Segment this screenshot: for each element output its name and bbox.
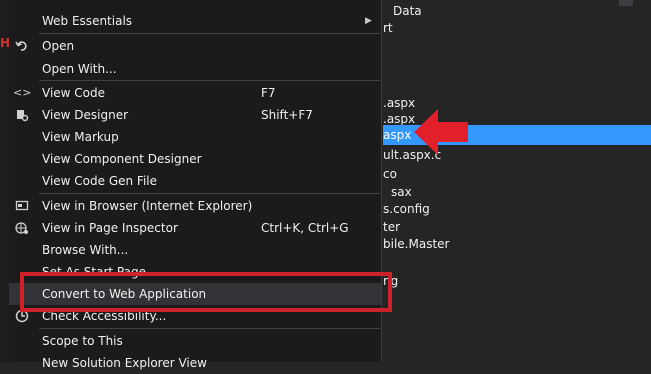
menu-item-label: View Component Designer xyxy=(42,152,202,166)
menu-item-label: View in Page Inspector xyxy=(42,221,178,235)
menu-item-label: Web Essentials xyxy=(42,14,133,28)
explorer-row[interactable]: ng xyxy=(383,270,651,292)
menu-item-scope-to-this[interactable]: Scope to This xyxy=(9,330,381,352)
menu-item-label: New Solution Explorer View xyxy=(42,356,207,370)
menu-separator xyxy=(39,80,380,81)
menu-item-view-markup[interactable]: View Markup xyxy=(9,126,381,148)
menu-item-label: View Code Gen File xyxy=(42,174,158,188)
menu-item-label: View Code xyxy=(42,86,106,100)
explorer-row-label: co xyxy=(383,167,397,181)
explorer-row[interactable]: bile.Master xyxy=(383,233,651,255)
explorer-row-label: aspx xyxy=(383,128,412,142)
explorer-row-label: sax xyxy=(391,185,412,199)
annotation-arrow-icon xyxy=(414,109,468,155)
menu-item-label: Browse With... xyxy=(42,243,129,257)
menu-item-shortcut: Ctrl+K, Ctrl+G xyxy=(261,221,349,235)
undo-arrow-icon xyxy=(13,35,31,57)
menu-item-label: Open With... xyxy=(42,62,117,76)
menu-item-label: View in Browser (Internet Explorer) xyxy=(42,199,253,213)
menu-separator xyxy=(39,328,380,329)
explorer-row-label: bile.Master xyxy=(383,237,450,251)
submenu-arrow-icon: ▶ xyxy=(365,16,372,26)
menu-item-label: View Markup xyxy=(42,130,119,144)
menu-item-view-component-designer[interactable]: View Component Designer xyxy=(9,148,381,170)
menu-item-web-essentials[interactable]: Web Essentials ▶ xyxy=(9,10,381,32)
menu-item-new-solution-explorer-view[interactable]: New Solution Explorer View xyxy=(9,352,381,374)
solution-explorer: Data rt .aspx .aspx aspx ult.aspx.c co s… xyxy=(383,0,651,362)
explorer-row[interactable]: rt xyxy=(383,17,651,39)
menu-item-label: Open xyxy=(42,39,75,53)
menu-item-view-in-browser[interactable]: View in Browser (Internet Explorer) xyxy=(9,195,381,217)
explorer-row-label: ter xyxy=(383,220,401,234)
browser-icon xyxy=(13,195,31,217)
explorer-row-label: .aspx xyxy=(383,112,416,126)
menu-item-view-code[interactable]: <> View Code F7 xyxy=(9,82,381,104)
designer-icon xyxy=(13,104,31,126)
menu-item-shortcut: F7 xyxy=(261,86,276,100)
explorer-row-label: rt xyxy=(383,21,393,35)
explorer-row-label: Data xyxy=(393,4,422,18)
globe-icon xyxy=(13,217,31,239)
menu-item-view-in-page-inspector[interactable]: View in Page Inspector Ctrl+K, Ctrl+G xyxy=(9,217,381,239)
menu-item-view-designer[interactable]: View Designer Shift+F7 xyxy=(9,104,381,126)
menu-item-view-code-gen-file[interactable]: View Code Gen File xyxy=(9,170,381,192)
menu-item-open[interactable]: Open xyxy=(9,35,381,57)
menu-item-label: Scope to This xyxy=(42,334,123,348)
menu-item-browse-with[interactable]: Browse With... xyxy=(9,239,381,261)
menu-separator xyxy=(39,33,380,34)
code-brackets-icon: <> xyxy=(13,86,32,99)
annotation-highlight-box xyxy=(20,272,392,312)
menu-item-open-with[interactable]: Open With... xyxy=(9,58,381,80)
menu-separator xyxy=(39,193,380,194)
explorer-row-label: s.config xyxy=(383,202,430,216)
menu-item-label: View Designer xyxy=(42,108,129,122)
menu-item-shortcut: Shift+F7 xyxy=(261,108,313,122)
